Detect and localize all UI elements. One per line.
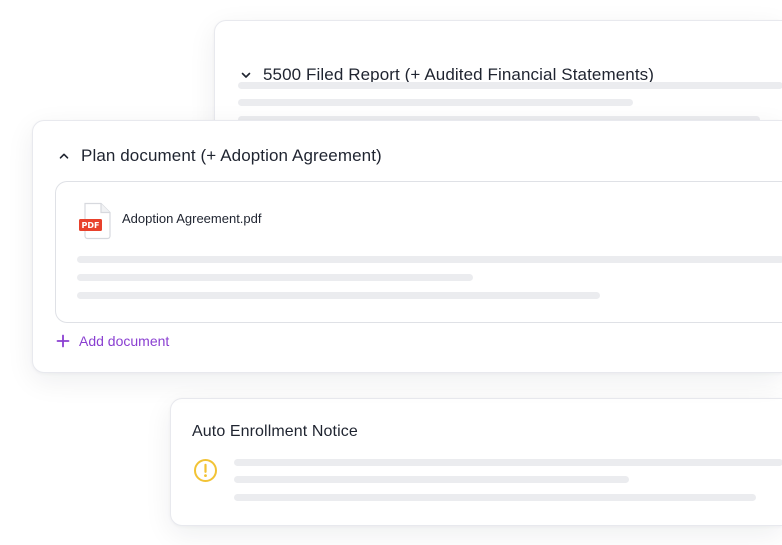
add-document-button[interactable]: Add document [56,333,169,349]
plus-icon [56,334,70,348]
file-item: PDF Adoption Agreement.pdf [55,181,782,323]
placeholder-line [234,494,756,501]
pdf-file-icon: PDF [79,202,111,240]
warning-icon [194,459,217,482]
card-auto-title[interactable]: Auto Enrollment Notice [192,423,358,441]
card-auto-enrollment: Auto Enrollment Notice [170,398,782,526]
placeholder-line [238,99,633,106]
placeholder-line [77,292,600,299]
card-plan-header[interactable]: Plan document (+ Adoption Agreement) [57,146,382,166]
document-checklist: 5500 Filed Report (+ Audited Financial S… [0,0,782,545]
placeholder-line [234,476,629,483]
card-plan-document: Plan document (+ Adoption Agreement) PDF… [32,120,782,373]
card-plan-title: Plan document (+ Adoption Agreement) [81,146,382,165]
add-document-label: Add document [79,333,170,349]
chevron-down-icon[interactable] [239,68,253,82]
placeholder-line [234,459,782,466]
placeholder-line [77,256,782,263]
pdf-icon-label: PDF [82,221,100,230]
placeholder-line [238,82,782,89]
chevron-up-icon[interactable] [57,149,71,163]
placeholder-line [77,274,473,281]
file-row[interactable]: PDF Adoption Agreement.pdf [78,202,262,240]
file-name[interactable]: Adoption Agreement.pdf [122,211,262,226]
